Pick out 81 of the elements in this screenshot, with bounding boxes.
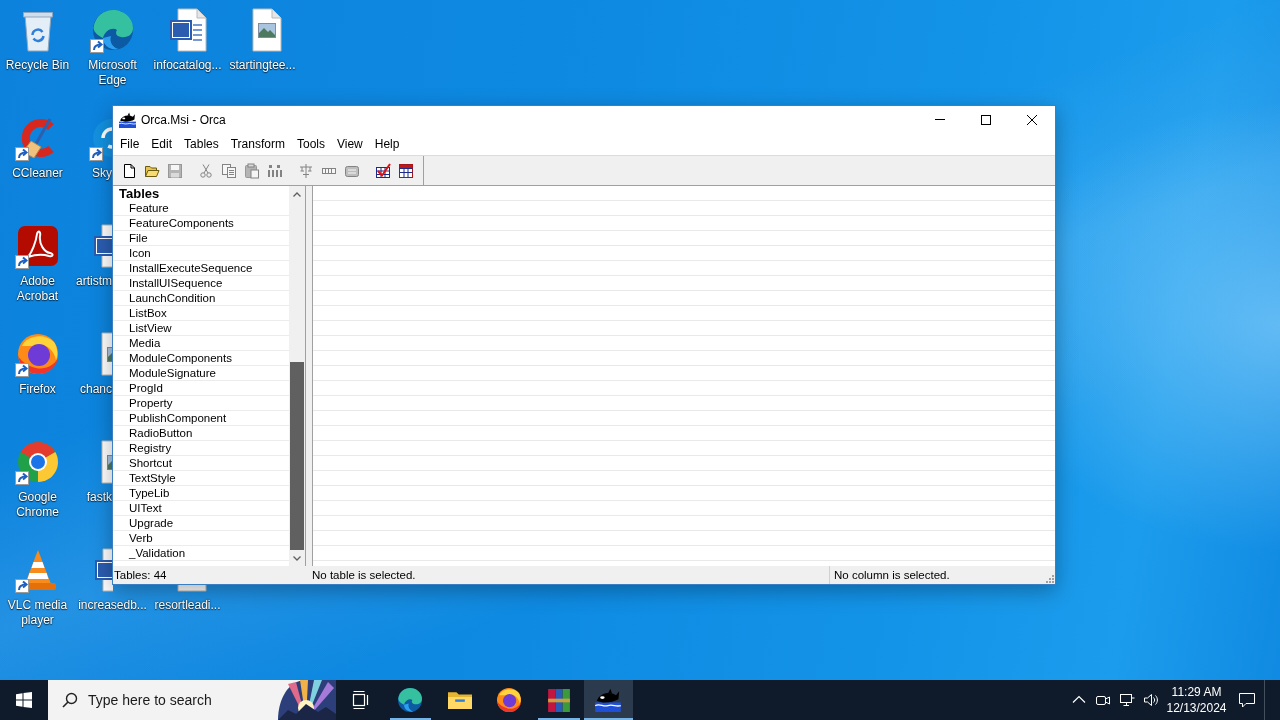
table-list-item[interactable]: ProgId	[113, 381, 289, 396]
table-list-item[interactable]: ListBox	[113, 306, 289, 321]
book-stack-icon	[547, 688, 570, 712]
icon-label: Adobe Acrobat	[15, 274, 60, 304]
icon-label: fastk	[86, 490, 112, 505]
edge-icon	[398, 688, 423, 712]
menu-item[interactable]: Edit	[145, 134, 179, 154]
table-list-item[interactable]: TextStyle	[113, 471, 289, 486]
windows-logo-icon	[16, 692, 32, 708]
icon-label: artistm	[76, 274, 112, 289]
speaker-icon[interactable]	[1143, 692, 1159, 708]
menu-item[interactable]: Tables	[178, 134, 225, 154]
table-list-item[interactable]: _Validation	[113, 546, 289, 561]
chevron-up-icon	[293, 191, 301, 197]
list-header: Tables	[118, 186, 161, 201]
table-list-item[interactable]: Shortcut	[113, 456, 289, 471]
table-list-item[interactable]: ModuleSignature	[113, 366, 289, 381]
whale-icon	[119, 111, 136, 128]
status-text: No table is selected.	[312, 569, 416, 581]
table-list-item[interactable]: ListView	[113, 321, 289, 336]
table-list-item[interactable]: LaunchCondition	[113, 291, 289, 306]
icon-label: startingtee...	[229, 58, 296, 73]
table-list-item[interactable]: RadioButton	[113, 426, 289, 441]
dotted-pattern-icon	[266, 162, 283, 179]
icon-label: VLC media player	[6, 598, 69, 628]
table-list-item[interactable]: File	[113, 231, 289, 246]
table-list-item[interactable]: InstallExecuteSequence	[113, 261, 289, 276]
table-list-item[interactable]: InstallUISequence	[113, 276, 289, 291]
icon-label: chanc	[79, 382, 112, 397]
icon-label: Sky	[92, 166, 112, 181]
search-box[interactable]: Type here to search	[48, 680, 336, 720]
taskbar-app-button[interactable]	[583, 680, 633, 720]
menu-item[interactable]: Tools	[290, 134, 331, 154]
icon-label: Firefox	[19, 382, 56, 397]
clipboard-icon	[243, 162, 260, 179]
minimize-icon	[935, 119, 945, 120]
scroll-thumb[interactable]	[290, 362, 304, 550]
icon-label: Recycle Bin	[5, 58, 70, 73]
grid-check-icon	[374, 162, 391, 179]
resize-grip-icon[interactable]	[1043, 572, 1055, 584]
maximize-icon	[981, 114, 991, 125]
table-list-item[interactable]: Feature	[113, 201, 289, 216]
grid-icon	[397, 162, 414, 179]
search-input[interactable]: Type here to search	[88, 690, 266, 710]
icon-label: CCleaner	[12, 166, 63, 181]
table-list-item[interactable]: ModuleComponents	[113, 351, 289, 366]
table-list-item[interactable]: Upgrade	[113, 516, 289, 531]
copy-icon	[220, 162, 237, 179]
table-list-item[interactable]: Media	[113, 336, 289, 351]
table-list-item[interactable]: FeatureComponents	[113, 216, 289, 231]
icon-label: resortleadi...	[154, 598, 221, 613]
whale-icon	[595, 688, 622, 712]
table-list-item[interactable]: PublishComponent	[113, 411, 289, 426]
tree-icon	[297, 162, 314, 179]
icon-label: Microsoft Edge	[87, 58, 138, 88]
menu-item[interactable]: View	[330, 134, 369, 154]
icon-label: Google Chrome	[15, 490, 60, 520]
close-icon	[1027, 114, 1037, 125]
chevron-down-icon	[293, 555, 301, 561]
status-text: Tables: 44	[114, 569, 167, 581]
table-list-item[interactable]: Verb	[113, 531, 289, 546]
icon-label: infocatalog...	[153, 58, 222, 73]
search-icon	[62, 692, 78, 708]
icon-label: increasedb...	[78, 598, 147, 613]
firefox-icon	[497, 688, 522, 712]
table-list-item[interactable]: Registry	[113, 441, 289, 456]
menu-item[interactable]: File	[114, 134, 146, 154]
window-title: Orca.Msi - Orca	[141, 112, 226, 127]
scissors-icon	[197, 162, 214, 179]
folder-icon	[447, 691, 472, 709]
table-list-item[interactable]: Icon	[113, 246, 289, 261]
network-icon[interactable]	[1119, 692, 1135, 708]
menu-item[interactable]: Help	[368, 134, 406, 154]
clock-button[interactable]: 11:29 AM 12/13/2024	[1163, 680, 1230, 720]
vertical-scrollbar[interactable]	[289, 186, 305, 566]
table-list-item[interactable]: UIText	[113, 501, 289, 516]
notification-icon	[1238, 691, 1256, 709]
table-list-item[interactable]: Property	[113, 396, 289, 411]
menu-item[interactable]: Transform	[224, 134, 291, 154]
table-list-item[interactable]: TypeLib	[113, 486, 289, 501]
status-text: No column is selected.	[834, 569, 950, 581]
